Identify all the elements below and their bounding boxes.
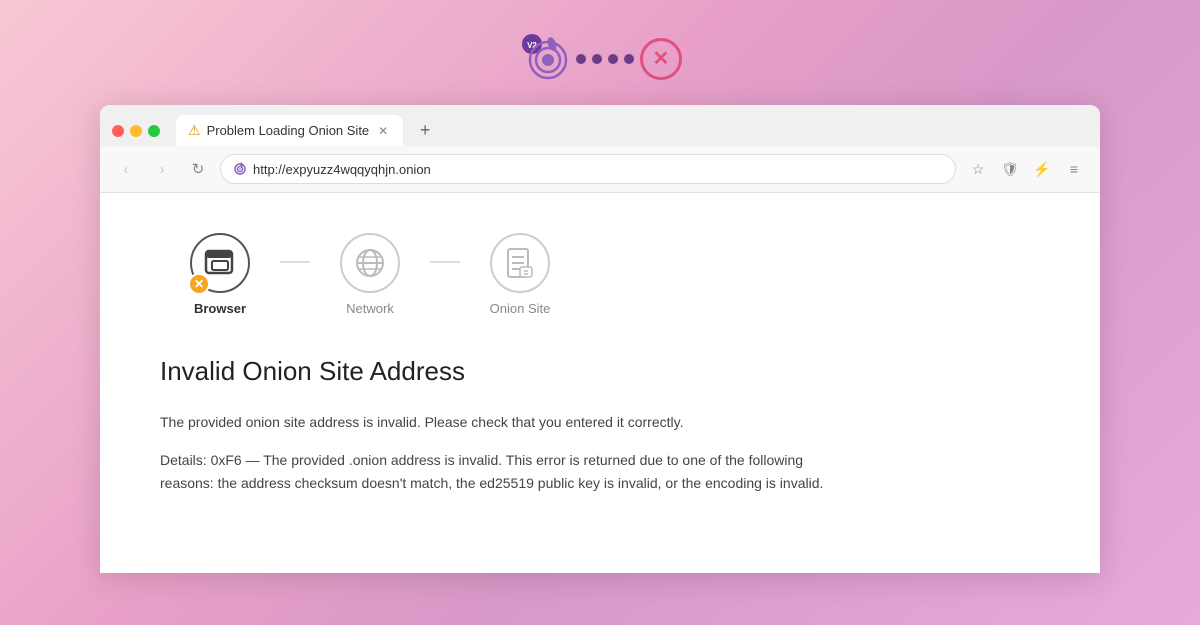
nav-bar: ‹ › ↻ http://expyuzz4wqqyqhjn.onion ☆ 🛡 … <box>100 146 1100 193</box>
new-tab-button[interactable]: + <box>411 117 439 145</box>
close-window-button[interactable] <box>112 125 124 137</box>
onionsite-icon-circle <box>490 233 550 293</box>
nav-right-icons: ☆ 🛡 ⚡ ≡ <box>964 155 1088 183</box>
tab-close-button[interactable]: ✕ <box>375 123 391 139</box>
browser-status-item: ✕ Browser <box>160 233 280 316</box>
address-bar[interactable]: http://expyuzz4wqqyqhjn.onion <box>220 154 956 184</box>
menu-button[interactable]: ≡ <box>1060 155 1088 183</box>
tab-title: Problem Loading Onion Site <box>207 123 370 138</box>
connector-2 <box>430 261 460 263</box>
network-status-item: Network <box>310 233 430 316</box>
browser-icon-circle: ✕ <box>190 233 250 293</box>
error-details: Details: 0xF6 — The provided .onion addr… <box>160 449 860 494</box>
tor-onion-icon: V2 <box>518 30 570 87</box>
active-tab[interactable]: ⚠ Problem Loading Onion Site ✕ <box>176 115 403 146</box>
network-label: Network <box>346 301 394 316</box>
connection-dot-1 <box>576 54 586 64</box>
refresh-button[interactable]: ↻ <box>184 155 212 183</box>
browser-label: Browser <box>194 301 246 316</box>
error-title: Invalid Onion Site Address <box>160 356 1040 387</box>
forward-button[interactable]: › <box>148 155 176 183</box>
tor-diagram: V2 ✕ <box>518 30 682 87</box>
connector-1 <box>280 261 310 263</box>
minimize-window-button[interactable] <box>130 125 142 137</box>
onionsite-label: Onion Site <box>490 301 551 316</box>
network-icon-circle <box>340 233 400 293</box>
maximize-window-button[interactable] <box>148 125 160 137</box>
extension-button[interactable]: ⚡ <box>1028 155 1056 183</box>
shield-button[interactable]: 🛡 <box>996 155 1024 183</box>
connection-dot-4 <box>624 54 634 64</box>
browser-error-badge: ✕ <box>188 273 210 295</box>
traffic-lights <box>112 125 160 137</box>
tab-warning-icon: ⚠ <box>188 122 201 139</box>
status-icons-row: ✕ Browser Network <box>160 233 1040 316</box>
address-url: http://expyuzz4wqqyqhjn.onion <box>253 162 431 177</box>
title-bar: ⚠ Problem Loading Onion Site ✕ + <box>100 105 1100 146</box>
onionsite-status-item: Onion Site <box>460 233 580 316</box>
back-button[interactable]: ‹ <box>112 155 140 183</box>
bookmark-button[interactable]: ☆ <box>964 155 992 183</box>
address-onion-icon <box>233 161 247 178</box>
connection-dot-3 <box>608 54 618 64</box>
page-content: ✕ Browser Network <box>100 193 1100 573</box>
connection-dot-2 <box>592 54 602 64</box>
connection-error-icon: ✕ <box>640 38 682 80</box>
browser-window: ⚠ Problem Loading Onion Site ✕ + ‹ › ↻ h… <box>100 105 1100 573</box>
error-description: The provided onion site address is inval… <box>160 411 860 433</box>
